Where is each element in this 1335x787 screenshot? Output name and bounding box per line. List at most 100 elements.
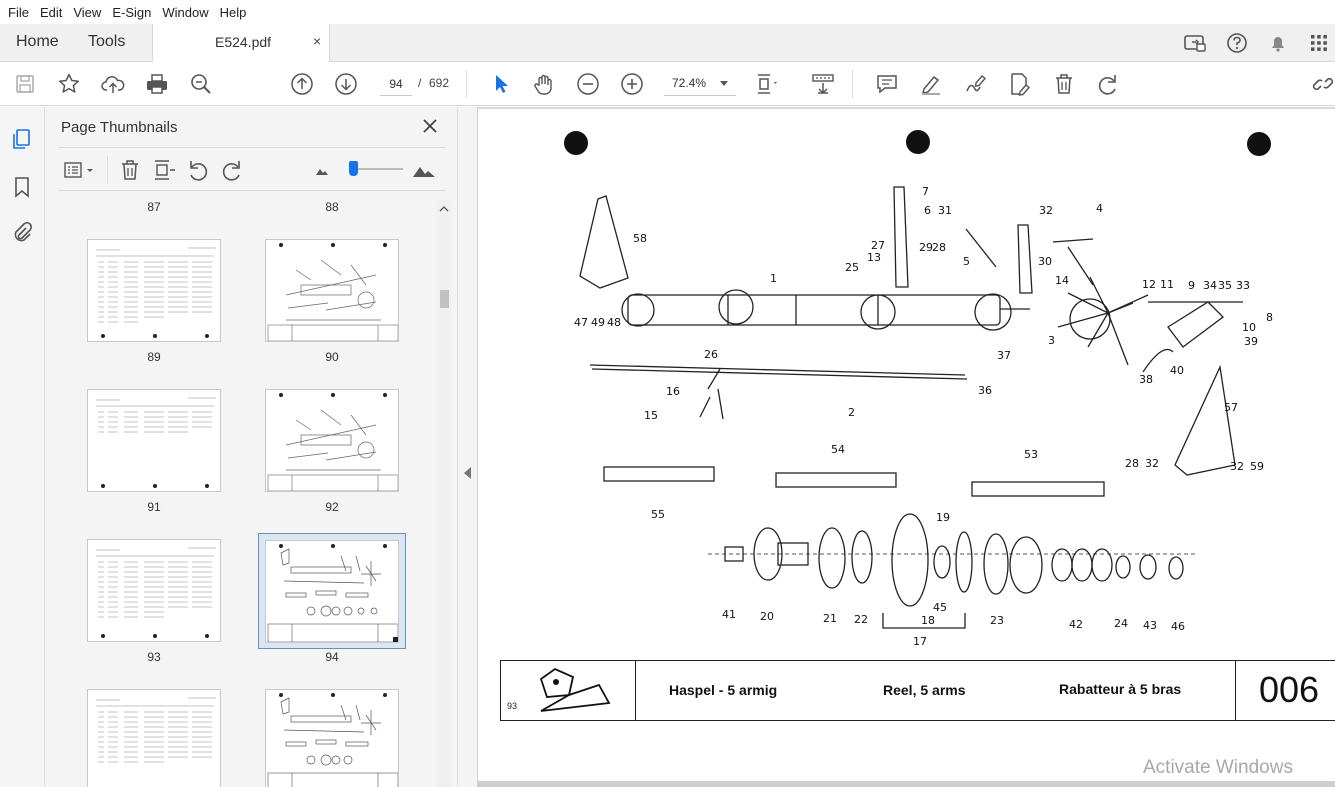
- apps-grid-icon[interactable]: [1306, 30, 1332, 56]
- redo-icon[interactable]: [1095, 71, 1121, 97]
- draw-sign-icon[interactable]: [962, 71, 988, 97]
- part-label: 9: [1188, 279, 1195, 292]
- link-icon[interactable]: [1310, 71, 1335, 97]
- next-page-icon[interactable]: [333, 71, 359, 97]
- close-panel-icon[interactable]: [421, 117, 439, 135]
- drawing-title-block: 93 Haspel - 5 armig Reel, 5 arms Rabatte…: [500, 660, 1335, 721]
- page-display-icon[interactable]: [754, 71, 780, 97]
- thumbnail-page-95[interactable]: [87, 689, 221, 787]
- zoom-in-icon[interactable]: [619, 71, 645, 97]
- print-icon[interactable]: [144, 71, 170, 97]
- thumbnail-label: 93: [147, 650, 161, 664]
- thumbnails-scrollbar[interactable]: [437, 200, 451, 787]
- part-label: 4: [1096, 202, 1103, 215]
- thumbnail-label: 91: [147, 500, 161, 514]
- part-label: 46: [1171, 620, 1185, 633]
- menu-edit[interactable]: Edit: [36, 5, 66, 20]
- slider-knob[interactable]: [349, 161, 358, 176]
- menu-help[interactable]: Help: [216, 5, 251, 20]
- rotate-right-icon[interactable]: [219, 157, 245, 183]
- part-label: 10: [1242, 321, 1256, 334]
- part-label: 37: [997, 349, 1011, 362]
- part-label: 28: [932, 241, 946, 254]
- menu-view[interactable]: View: [69, 5, 105, 20]
- share-screen-icon[interactable]: [1182, 30, 1208, 56]
- thumbnail-page-92[interactable]: [265, 389, 399, 492]
- tab-tools[interactable]: Tools: [88, 24, 125, 62]
- thumbnail-options-icon[interactable]: [63, 157, 97, 183]
- part-label: 49: [591, 316, 605, 329]
- part-label: 24: [1114, 617, 1128, 630]
- help-icon[interactable]: [1224, 30, 1250, 56]
- part-label: 14: [1055, 274, 1069, 287]
- page-number-input[interactable]: [380, 72, 412, 96]
- save-icon[interactable]: [12, 71, 38, 97]
- manufacturer-logo-icon: [539, 667, 611, 712]
- thumbnail-page-94-selected[interactable]: [258, 533, 406, 649]
- close-tab-icon[interactable]: ×: [313, 33, 321, 49]
- menu-esign[interactable]: E-Sign: [108, 5, 155, 20]
- part-label: 11: [1160, 278, 1174, 291]
- zoom-dropdown[interactable]: 72.4%: [664, 72, 736, 96]
- attachments-icon[interactable]: [10, 221, 34, 245]
- tab-home[interactable]: Home: [16, 24, 59, 62]
- previous-page-icon[interactable]: [289, 71, 315, 97]
- part-label: 15: [644, 409, 658, 422]
- upload-cloud-icon[interactable]: [100, 71, 126, 97]
- part-label: 13: [867, 251, 881, 264]
- exploded-parts-diagram: 58 1 7 6 31 27 13 29 28 25 5 4 32 30 14 …: [564, 130, 1273, 648]
- part-label: 18: [921, 614, 935, 627]
- thumbnail-page-96[interactable]: [265, 689, 399, 787]
- title-french: Rabatteur à 5 bras: [1059, 681, 1182, 697]
- drawing-code: 006: [1259, 669, 1320, 710]
- menu-file[interactable]: File: [4, 5, 33, 20]
- bookmarks-icon[interactable]: [10, 175, 34, 199]
- tab-document[interactable]: E524.pdf ×: [152, 24, 330, 62]
- title-block-page-ref: 93: [507, 701, 518, 711]
- scrollbar-thumb[interactable]: [440, 290, 449, 308]
- part-label: 6: [924, 204, 931, 217]
- part-label: 47: [574, 316, 588, 329]
- thumbnail-page-89[interactable]: [87, 239, 221, 342]
- panel-title: Page Thumbnails: [61, 119, 178, 136]
- find-zoom-icon[interactable]: [188, 71, 214, 97]
- thumbnail-label: 89: [147, 350, 161, 364]
- star-bookmark-icon[interactable]: [56, 71, 82, 97]
- smaller-thumbnails-icon[interactable]: [309, 157, 335, 183]
- thumbnails-toolbar: [59, 147, 445, 191]
- thumbnail-page-90[interactable]: [265, 239, 399, 342]
- select-cursor-icon[interactable]: [488, 71, 514, 97]
- page-thumbnails-icon[interactable]: [10, 127, 34, 151]
- part-label: 3: [1048, 334, 1055, 347]
- part-label: 58: [633, 232, 647, 245]
- part-label: 41: [722, 608, 736, 621]
- panel-splitter[interactable]: [457, 107, 478, 787]
- comment-icon[interactable]: [874, 71, 900, 97]
- highlight-pen-icon[interactable]: [918, 71, 944, 97]
- page-separator: /: [418, 76, 422, 90]
- part-label: 28: [1125, 457, 1139, 470]
- hand-tool-icon[interactable]: [531, 71, 557, 97]
- thumbnail-size-slider[interactable]: [351, 168, 403, 170]
- notification-bell-icon[interactable]: [1265, 30, 1291, 56]
- delete-page-icon[interactable]: [117, 157, 143, 183]
- zoom-out-icon[interactable]: [575, 71, 601, 97]
- menu-window[interactable]: Window: [158, 5, 212, 20]
- scroll-mode-icon[interactable]: [810, 71, 836, 97]
- page-bottom-edge: [478, 781, 1335, 787]
- thumbnail-label: 87: [147, 200, 161, 214]
- collapse-panel-icon[interactable]: [464, 467, 471, 479]
- larger-thumbnails-icon[interactable]: [411, 157, 437, 183]
- chevron-down-icon: [720, 81, 728, 86]
- part-label: 2: [848, 406, 855, 419]
- part-label: 25: [845, 261, 859, 274]
- thumbnail-page-94[interactable]: [265, 540, 399, 643]
- thumbnail-page-93[interactable]: [87, 539, 221, 642]
- rotate-left-icon[interactable]: [185, 157, 211, 183]
- insert-page-icon[interactable]: [151, 157, 177, 183]
- part-label: 31: [938, 204, 952, 217]
- edit-document-icon[interactable]: [1006, 71, 1032, 97]
- thumbnail-page-91[interactable]: [87, 389, 221, 492]
- scroll-up-arrow-icon[interactable]: [439, 202, 449, 212]
- delete-trash-icon[interactable]: [1051, 71, 1077, 97]
